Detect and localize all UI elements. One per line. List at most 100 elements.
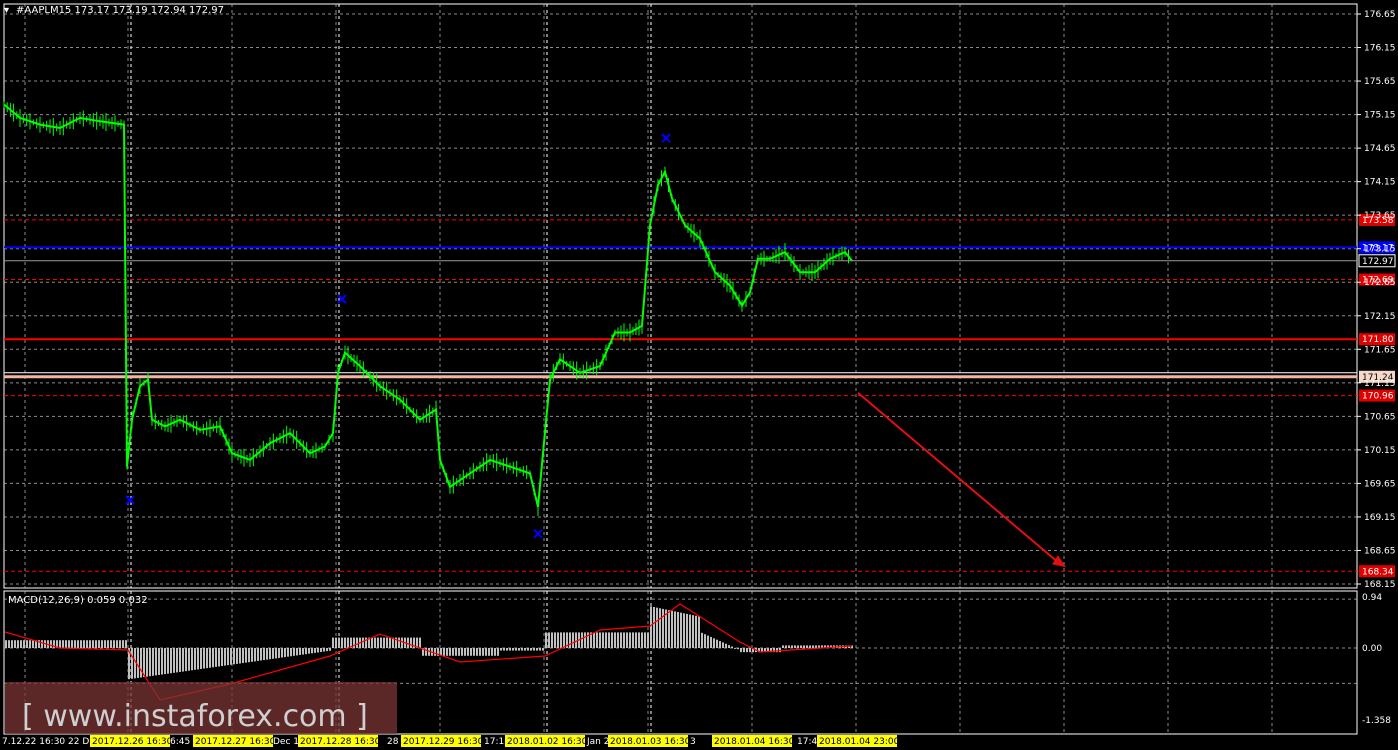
macd-bar [515, 648, 517, 651]
macd-bar [671, 610, 673, 648]
macd-bar [656, 607, 658, 648]
forecast-arrow [857, 392, 1066, 568]
macd-bar [362, 637, 364, 648]
level-tag-label: 171.80 [1362, 335, 1394, 345]
time-axis-label: 2018.01.03 16:30 [610, 737, 691, 747]
axis-tick-label: 175.15 [1364, 111, 1396, 121]
macd-bar [158, 648, 160, 675]
macd-bar [710, 636, 712, 648]
macd-bar [170, 648, 172, 674]
symbol-header: #AAPLM15 173.17 173.19 172.94 172.97 [16, 5, 224, 16]
macd-bar [557, 632, 559, 648]
axis-tick-label: 176.65 [1364, 10, 1396, 20]
macd-bar [728, 645, 730, 648]
macd-bar [497, 648, 499, 656]
macd-bar [599, 632, 601, 648]
macd-bar [653, 607, 655, 648]
macd-bar [287, 648, 289, 657]
macd-bar [524, 648, 526, 651]
axis-tick-label: 169.65 [1364, 479, 1396, 489]
macd-bar [701, 632, 703, 648]
macd-bar [479, 648, 481, 656]
macd-bar [200, 648, 202, 670]
macd-bar [407, 637, 409, 648]
level-tag-label: 172.97 [1362, 257, 1394, 267]
macd-bar [545, 632, 547, 648]
macd-bar [263, 648, 265, 661]
axis-tick-label: 173.15 [1364, 245, 1396, 255]
macd-bar [299, 648, 301, 655]
macd-bar [749, 648, 751, 653]
time-axis-label: Jan 2 [586, 737, 609, 747]
macd-bar [488, 648, 490, 656]
macd-bar [734, 647, 736, 649]
macd-bar [467, 648, 469, 656]
watermark-text: [ www.instaforex.com ] [22, 699, 368, 734]
macd-bar [101, 640, 103, 648]
macd-bar [188, 648, 190, 671]
macd-bar [386, 637, 388, 648]
macd-bar [266, 648, 268, 660]
macd-bar [485, 648, 487, 656]
macd-bar [509, 648, 511, 651]
macd-bar [206, 648, 208, 669]
axis-tick-label: 172.15 [1364, 312, 1396, 322]
macd-bar [59, 640, 61, 648]
macd-bar [356, 637, 358, 648]
macd-bar [527, 648, 529, 651]
macd-bar [623, 632, 625, 648]
macd-bar [620, 632, 622, 648]
macd-bar [680, 612, 682, 648]
macd-bar [20, 640, 22, 648]
macd-bar [152, 648, 154, 676]
macd-bar [203, 648, 205, 669]
time-axis-label: 22 D [68, 737, 89, 747]
macd-bar [92, 640, 94, 648]
macd-bar [212, 648, 214, 668]
macd-bar [116, 640, 118, 648]
macd-bar [746, 648, 748, 653]
axis-tick-label: 171.15 [1364, 379, 1396, 389]
macd-bar [161, 648, 163, 675]
macd-bar [320, 648, 322, 653]
macd-bar [476, 648, 478, 656]
macd-bar [245, 648, 247, 663]
dropdown-triangle-icon[interactable]: ▾ [4, 5, 9, 16]
axis-tick-label: 173.65 [1364, 211, 1396, 221]
macd-bar [140, 648, 142, 678]
macd-bar [740, 648, 742, 653]
macd-bar [605, 632, 607, 648]
macd-bar [260, 648, 262, 661]
macd-bar [62, 640, 64, 648]
macd-bar [98, 640, 100, 648]
macd-bar [737, 648, 739, 650]
price-series [3, 101, 853, 516]
macd-bar [296, 648, 298, 656]
macd-bar [380, 637, 382, 648]
axis-tick-label: 175.65 [1364, 77, 1396, 87]
macd-bar [647, 632, 649, 648]
macd-bar [278, 648, 280, 658]
macd-bar [626, 632, 628, 648]
macd-bar [191, 648, 193, 671]
macd-bar [179, 648, 181, 672]
trading-chart[interactable]: 173.58173.17172.97172.69171.80171.24170.… [0, 0, 1398, 750]
time-axis-label: 2018.01.04 16:30 [714, 737, 795, 747]
macd-bar [410, 637, 412, 648]
macd-bar [530, 648, 532, 651]
macd-bar [686, 613, 688, 648]
time-axis-label: Dec 1 [273, 737, 299, 747]
macd-bar [713, 638, 715, 648]
macd-bar [8, 640, 10, 648]
macd-bar [617, 632, 619, 648]
macd-bar [788, 645, 790, 648]
macd-bar [443, 648, 445, 656]
macd-bar [233, 648, 235, 665]
macd-bar [197, 648, 199, 670]
macd-bar [518, 648, 520, 651]
macd-bar [743, 648, 745, 653]
macd-bar [335, 637, 337, 648]
macd-bar [383, 637, 385, 648]
macd-bar [731, 646, 733, 648]
macd-scale-label: 0.00 [1362, 644, 1382, 654]
